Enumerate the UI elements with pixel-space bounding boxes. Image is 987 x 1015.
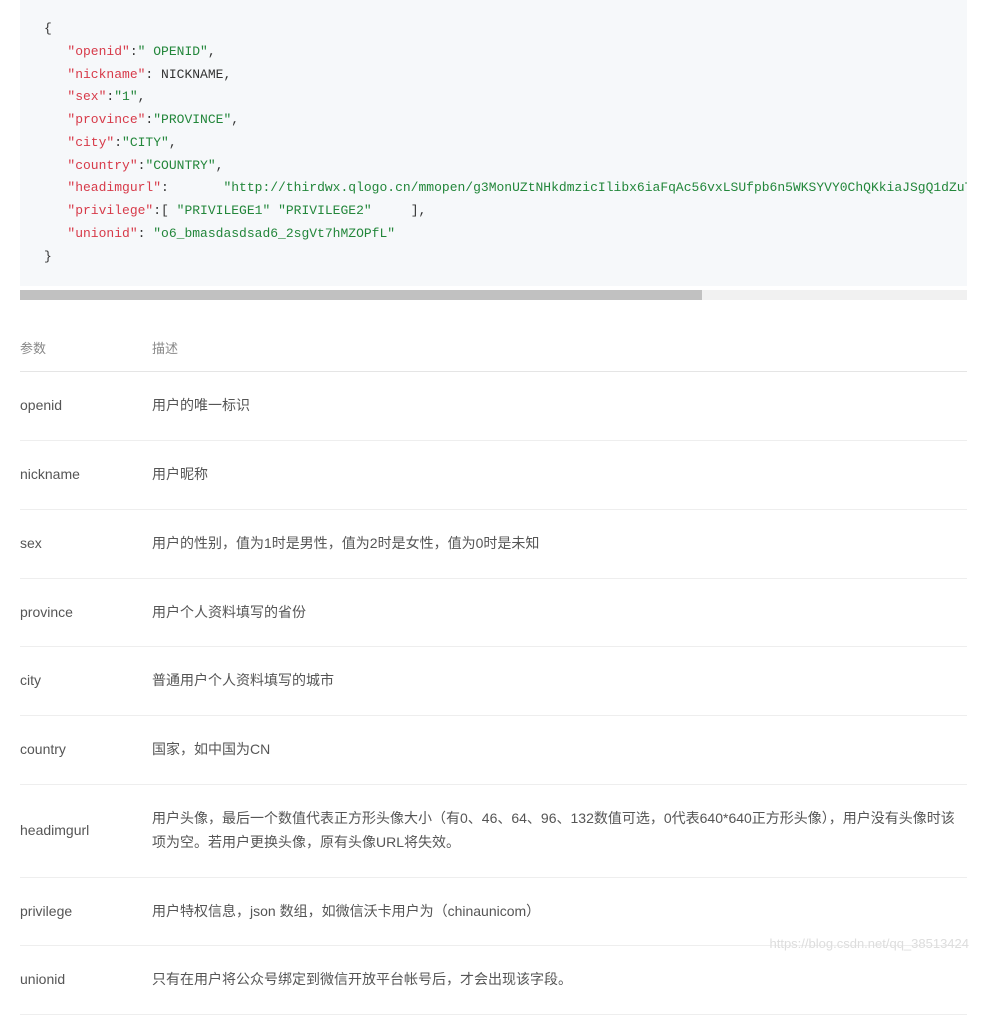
code-val-country: "COUNTRY" [145, 158, 215, 173]
code-val-priv1: "PRIVILEGE1" [177, 203, 271, 218]
param-desc: 用户昵称 [152, 441, 967, 510]
code-val-headimgurl: "http://thirdwx.qlogo.cn/mmopen/g3MonUZt… [223, 180, 967, 195]
param-desc: 普通用户个人资料填写的城市 [152, 647, 967, 716]
param-desc: 国家，如中国为CN [152, 716, 967, 785]
param-desc: 用户特权信息，json 数组，如微信沃卡用户为（chinaunicom） [152, 877, 967, 946]
code-val-sex: "1" [114, 89, 137, 104]
param-name: headimgurl [20, 785, 152, 878]
code-key-province: "province" [67, 112, 145, 127]
code-block: { "openid":" OPENID", "nickname": NICKNA… [20, 0, 967, 286]
param-name: unionid [20, 946, 152, 1015]
code-val-province: "PROVINCE" [153, 112, 231, 127]
table-header-desc: 描述 [152, 324, 967, 372]
param-desc: 用户的性别，值为1时是男性，值为2时是女性，值为0时是未知 [152, 509, 967, 578]
code-key-nickname: "nickname" [67, 67, 145, 82]
code-key-country: "country" [67, 158, 137, 173]
table-row: openid 用户的唯一标识 [20, 372, 967, 441]
scrollbar-thumb[interactable] [20, 290, 702, 300]
param-name: province [20, 578, 152, 647]
code-key-headimgurl: "headimgurl" [67, 180, 161, 195]
code-key-sex: "sex" [67, 89, 106, 104]
param-desc: 用户个人资料填写的省份 [152, 578, 967, 647]
table-row: sex 用户的性别，值为1时是男性，值为2时是女性，值为0时是未知 [20, 509, 967, 578]
table-row: headimgurl 用户头像，最后一个数值代表正方形头像大小（有0、46、64… [20, 785, 967, 878]
param-desc: 只有在用户将公众号绑定到微信开放平台帐号后，才会出现该字段。 [152, 946, 967, 1015]
table-row: nickname 用户昵称 [20, 441, 967, 510]
code-val-city: "CITY" [122, 135, 169, 150]
param-desc: 用户头像，最后一个数值代表正方形头像大小（有0、46、64、96、132数值可选… [152, 785, 967, 878]
code-val-priv2: "PRIVILEGE2" [278, 203, 372, 218]
param-name: nickname [20, 441, 152, 510]
table-row: country 国家，如中国为CN [20, 716, 967, 785]
table-header-param: 参数 [20, 324, 152, 372]
code-val-nickname: NICKNAME [153, 67, 223, 82]
code-key-privilege: "privilege" [67, 203, 153, 218]
table-row: unionid 只有在用户将公众号绑定到微信开放平台帐号后，才会出现该字段。 [20, 946, 967, 1015]
table-row: privilege 用户特权信息，json 数组，如微信沃卡用户为（chinau… [20, 877, 967, 946]
code-key-openid: "openid" [67, 44, 129, 59]
code-val-unionid: "o6_bmasdasdsad6_2sgVt7hMZOPfL" [153, 226, 395, 241]
param-desc: 用户的唯一标识 [152, 372, 967, 441]
code-val-openid: " OPENID" [138, 44, 208, 59]
code-horizontal-scrollbar[interactable] [20, 290, 967, 300]
parameters-table: 参数 描述 openid 用户的唯一标识 nickname 用户昵称 sex 用… [20, 324, 967, 1015]
code-key-city: "city" [67, 135, 114, 150]
param-name: country [20, 716, 152, 785]
table-row: city 普通用户个人资料填写的城市 [20, 647, 967, 716]
table-row: province 用户个人资料填写的省份 [20, 578, 967, 647]
code-key-unionid: "unionid" [67, 226, 137, 241]
param-name: sex [20, 509, 152, 578]
param-name: city [20, 647, 152, 716]
param-name: privilege [20, 877, 152, 946]
param-name: openid [20, 372, 152, 441]
